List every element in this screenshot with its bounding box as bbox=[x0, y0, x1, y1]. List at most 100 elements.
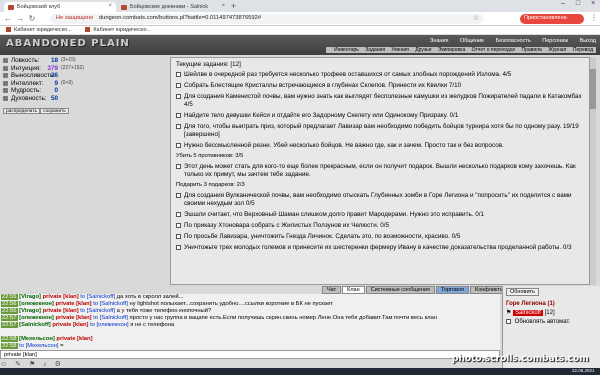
menu-item[interactable]: Выход bbox=[580, 38, 596, 44]
quest-item[interactable]: По просьбе Лавизара, уничтожить Гнезда Л… bbox=[176, 233, 584, 241]
bookmark-item[interactable]: Кабинет юридическо... bbox=[6, 27, 72, 33]
quest-scrollbar[interactable] bbox=[590, 57, 596, 285]
submenu-item[interactable]: Отчет о переходах bbox=[472, 47, 516, 53]
quest-marker-icon bbox=[176, 164, 181, 169]
watermark: photo.scrolls.combats.com bbox=[452, 354, 589, 364]
submenu-item[interactable]: Задания bbox=[365, 47, 385, 53]
submenu-item[interactable]: Умения bbox=[391, 47, 408, 53]
quest-item[interactable]: Уничтожьте трех молодых големов и принес… bbox=[176, 244, 584, 252]
quest-item[interactable]: Эшшли считает, что Верховный Шаман слишк… bbox=[176, 211, 584, 219]
quest-item[interactable]: Найдите тело девушки Кейси и отдайте его… bbox=[176, 112, 584, 120]
minimize-icon[interactable]: – bbox=[556, 0, 570, 7]
chat-message: просто у нас группа в вацапе есть.Если п… bbox=[129, 315, 437, 321]
user-entry[interactable]: ⚑ Salnickoff [12] bbox=[506, 309, 597, 316]
chat-author[interactable]: [Salnickoff] bbox=[19, 322, 51, 328]
quest-item[interactable]: Для создания Каменистой почвы, вам нужно… bbox=[176, 93, 584, 109]
quest-text: Для того, чтобы выиграть приз, который п… bbox=[184, 123, 579, 138]
chat-recipient[interactable]: to [Salnickoff] bbox=[80, 308, 115, 314]
close-icon[interactable]: × bbox=[221, 3, 225, 9]
reload-icon[interactable]: ↻ bbox=[27, 14, 37, 23]
chat-recipient[interactable]: to [Salnickoff] bbox=[80, 294, 115, 300]
smile-icon[interactable]: ☺ bbox=[0, 361, 7, 368]
save-button[interactable]: сохранить bbox=[40, 108, 69, 114]
new-tab-icon[interactable]: + bbox=[231, 1, 236, 11]
chat-input[interactable]: private [klan] bbox=[0, 350, 500, 359]
maximize-icon[interactable]: □ bbox=[571, 0, 585, 7]
stat-row: Ловкость: 18 (3+15) bbox=[3, 57, 77, 65]
browser-tab-title: Бойцовский клуб bbox=[17, 4, 61, 10]
menu-item[interactable]: Знания bbox=[430, 38, 449, 44]
tab-system[interactable]: Системные сообщения bbox=[365, 286, 435, 294]
close-icon[interactable]: × bbox=[108, 3, 112, 9]
stat-extra: (0+9) bbox=[61, 79, 73, 86]
quest-item[interactable]: Для того, чтобы выиграть приз, который п… bbox=[176, 123, 584, 139]
quest-item[interactable]: Этот день может стать для кого-то еще бо… bbox=[176, 163, 584, 179]
stat-icon bbox=[3, 95, 8, 101]
settings-icon[interactable]: ⚙ bbox=[55, 361, 61, 368]
refresh-button[interactable]: Обновить bbox=[506, 288, 539, 296]
quest-marker-icon bbox=[176, 143, 181, 148]
url-input[interactable]: Не защищено dungeon.combats.com/buttons.… bbox=[50, 14, 484, 24]
autorefresh-checkbox[interactable] bbox=[506, 319, 511, 324]
forward-icon[interactable]: → bbox=[15, 14, 25, 23]
quest-item[interactable]: Нужно бессмысленной резни. Убей нескольк… bbox=[176, 142, 584, 150]
autorefresh-toggle[interactable]: Обновлять автомат. bbox=[506, 319, 597, 325]
chat-time: 22:55 bbox=[1, 294, 18, 300]
quest-item[interactable]: По приказу Хтоновара собрать с Жилистых … bbox=[176, 222, 584, 230]
scrollbar-thumb[interactable] bbox=[590, 69, 596, 109]
tab-clan[interactable]: Клан bbox=[342, 286, 365, 294]
submenu-item[interactable]: Друзья bbox=[415, 47, 431, 53]
chat-recipient[interactable]: to [Мехельсон] bbox=[19, 343, 58, 349]
user-name[interactable]: Salnickoff bbox=[513, 310, 543, 316]
menu-item[interactable]: Общение bbox=[460, 38, 484, 44]
stat-icon bbox=[3, 88, 8, 94]
quest-text: Эшшли считает, что Верховный Шаман слишк… bbox=[184, 211, 484, 218]
distribute-button[interactable]: распределить bbox=[3, 108, 41, 114]
quest-item[interactable]: Для создания Вулканической почвы, вам не… bbox=[176, 192, 584, 208]
chat-channel: private [klan] bbox=[55, 315, 92, 321]
submenu-item[interactable]: Перевод bbox=[573, 47, 593, 53]
menu-icon[interactable]: ⋮ bbox=[590, 13, 598, 22]
address-bar: ← → ↻ Не защищено dungeon.combats.com/bu… bbox=[0, 12, 600, 26]
tab-trade[interactable]: Торговля bbox=[436, 286, 469, 294]
quest-text: Для создания Вулканической почвы, вам не… bbox=[184, 192, 572, 207]
game-header: ABANDONED PLAIN Знания Общение Безопасно… bbox=[0, 35, 600, 55]
browser-tab-2[interactable]: Бойцовские дневники - Salnick × bbox=[117, 2, 229, 12]
chat-message: я не с телефона bbox=[130, 322, 175, 328]
chat-author[interactable]: [олежекнон] bbox=[19, 315, 54, 321]
submenu-item[interactable]: Правила bbox=[522, 47, 542, 53]
menu-item[interactable]: Персонаж bbox=[542, 38, 568, 44]
sound-icon[interactable]: ♪ bbox=[43, 361, 47, 368]
bookmark-star-icon[interactable]: ☆ bbox=[473, 14, 479, 22]
chat-author[interactable]: [Virago] bbox=[19, 308, 41, 314]
stat-icon bbox=[3, 80, 8, 86]
chat-author[interactable]: [Virago] bbox=[19, 294, 41, 300]
clear-icon[interactable]: ✎ bbox=[15, 361, 21, 368]
stat-extra: (227+152) bbox=[61, 64, 84, 71]
profile-button[interactable]: Приостановлена bbox=[520, 14, 584, 24]
stat-value: 50 bbox=[50, 94, 58, 102]
chat-author[interactable]: [олежекнон] bbox=[19, 301, 54, 307]
back-icon[interactable]: ← bbox=[3, 14, 13, 23]
browser-tab-1[interactable]: Бойцовский клуб × bbox=[4, 2, 116, 12]
quest-marker-icon bbox=[176, 94, 181, 99]
chat-recipient[interactable]: to [Salnickoff] bbox=[93, 315, 128, 321]
quest-marker-icon bbox=[176, 193, 181, 198]
chat-author[interactable]: [Мехельсон] bbox=[19, 336, 55, 342]
submenu-item[interactable]: Инвентарь bbox=[334, 47, 359, 53]
tab-chat[interactable]: Чат bbox=[322, 286, 342, 294]
submenu-item[interactable]: Экипировка bbox=[438, 47, 465, 53]
chat-recipient[interactable]: to [олежекнон] bbox=[90, 322, 129, 328]
quest-text: По приказу Хтоновара собрать с Жилистых … bbox=[184, 222, 389, 229]
close-window-icon[interactable]: × bbox=[586, 0, 600, 7]
submenu-item[interactable]: Журнал bbox=[548, 47, 566, 53]
filter-icon[interactable]: ⚑ bbox=[29, 361, 35, 368]
bookmark-item[interactable]: Кабинет юридическо... bbox=[85, 27, 151, 33]
watermark-date: 22.06.2021 bbox=[572, 368, 595, 373]
menu-item[interactable]: Безопасность bbox=[496, 38, 531, 44]
quest-item[interactable]: Шейлве в очередной раз требуется несколь… bbox=[176, 71, 584, 79]
chat-recipient[interactable]: to [Salnickoff] bbox=[93, 301, 128, 307]
quest-title: Текущие задания: [12] bbox=[176, 61, 241, 68]
quest-marker-icon bbox=[176, 245, 181, 250]
quest-item[interactable]: Собрать Блестящие Кристаллы встречающиес… bbox=[176, 82, 584, 90]
